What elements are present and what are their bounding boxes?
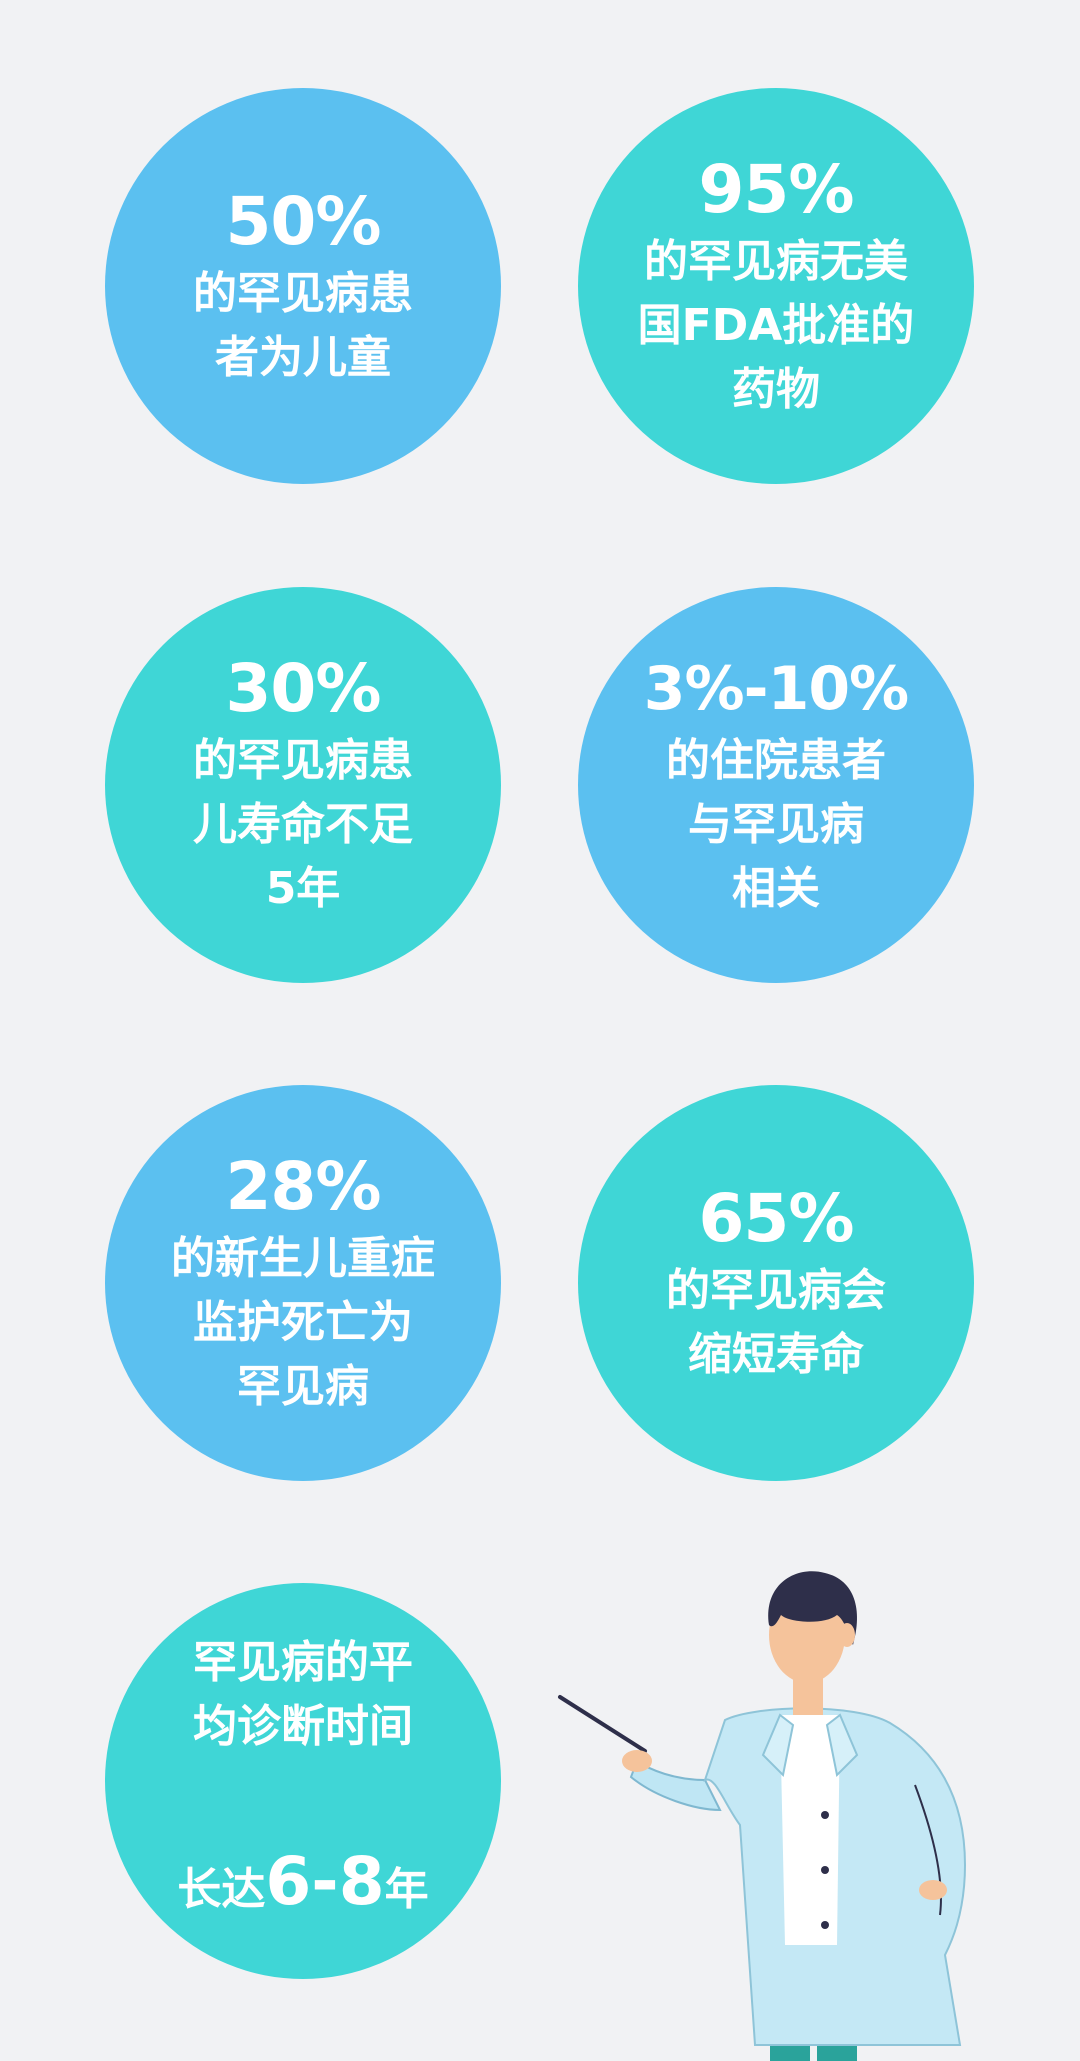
stat-value: 30% — [225, 650, 382, 727]
stat-circle-shorten-life: 65% 的罕见病会 缩短寿命 — [578, 1085, 974, 1481]
hand-right — [919, 1880, 947, 1900]
coat-button — [821, 1921, 829, 1929]
stat-description: 的罕见病患 儿寿命不足 5年 — [193, 735, 413, 914]
stat-circle-lifespan: 30% 的罕见病患 儿寿命不足 5年 — [105, 587, 501, 983]
stat-description: 的罕见病会 缩短寿命 — [666, 1265, 886, 1380]
stat-circle-fda: 95% 的罕见病无美 国FDA批准的 药物 — [578, 88, 974, 484]
coat-button — [821, 1811, 829, 1819]
stat-description-line3: 长达6-8年 — [177, 1759, 428, 1931]
stat-description-line2: 均诊断时间 — [193, 1701, 413, 1752]
stat-description: 的罕见病无美 国FDA批准的 药物 — [637, 236, 915, 415]
stat-circle-nicu: 28% 的新生儿重症 监护死亡为 罕见病 — [105, 1085, 501, 1481]
suffix: 年 — [384, 1864, 429, 1915]
stat-description: 的新生儿重症 监护死亡为 罕见病 — [171, 1233, 435, 1412]
stat-value: 3%-10% — [643, 654, 909, 724]
coat-button — [821, 1866, 829, 1874]
stat-description-line1: 罕见病的平 — [193, 1637, 413, 1688]
stat-circle-children: 50% 的罕见病患 者为儿童 — [105, 88, 501, 484]
stat-value: 95% — [698, 151, 855, 228]
prefix: 长达 — [177, 1864, 266, 1915]
pointer-stick — [558, 1695, 647, 1753]
hand — [622, 1750, 652, 1772]
stat-description: 的住院患者 与罕见病 相关 — [666, 735, 886, 914]
stat-circle-diagnosis-time: 罕见病的平 均诊断时间 长达6-8年 — [105, 1583, 501, 1979]
stat-value: 50% — [225, 183, 382, 260]
ear — [839, 1623, 855, 1647]
doctor-illustration — [558, 1571, 967, 2061]
stat-value: 65% — [698, 1180, 855, 1257]
stat-circle-inpatients: 3%-10% 的住院患者 与罕见病 相关 — [578, 587, 974, 983]
stat-value: 28% — [225, 1148, 382, 1225]
stat-description: 的罕见病患 者为儿童 — [193, 268, 413, 383]
years-range: 6-8 — [265, 1843, 385, 1920]
